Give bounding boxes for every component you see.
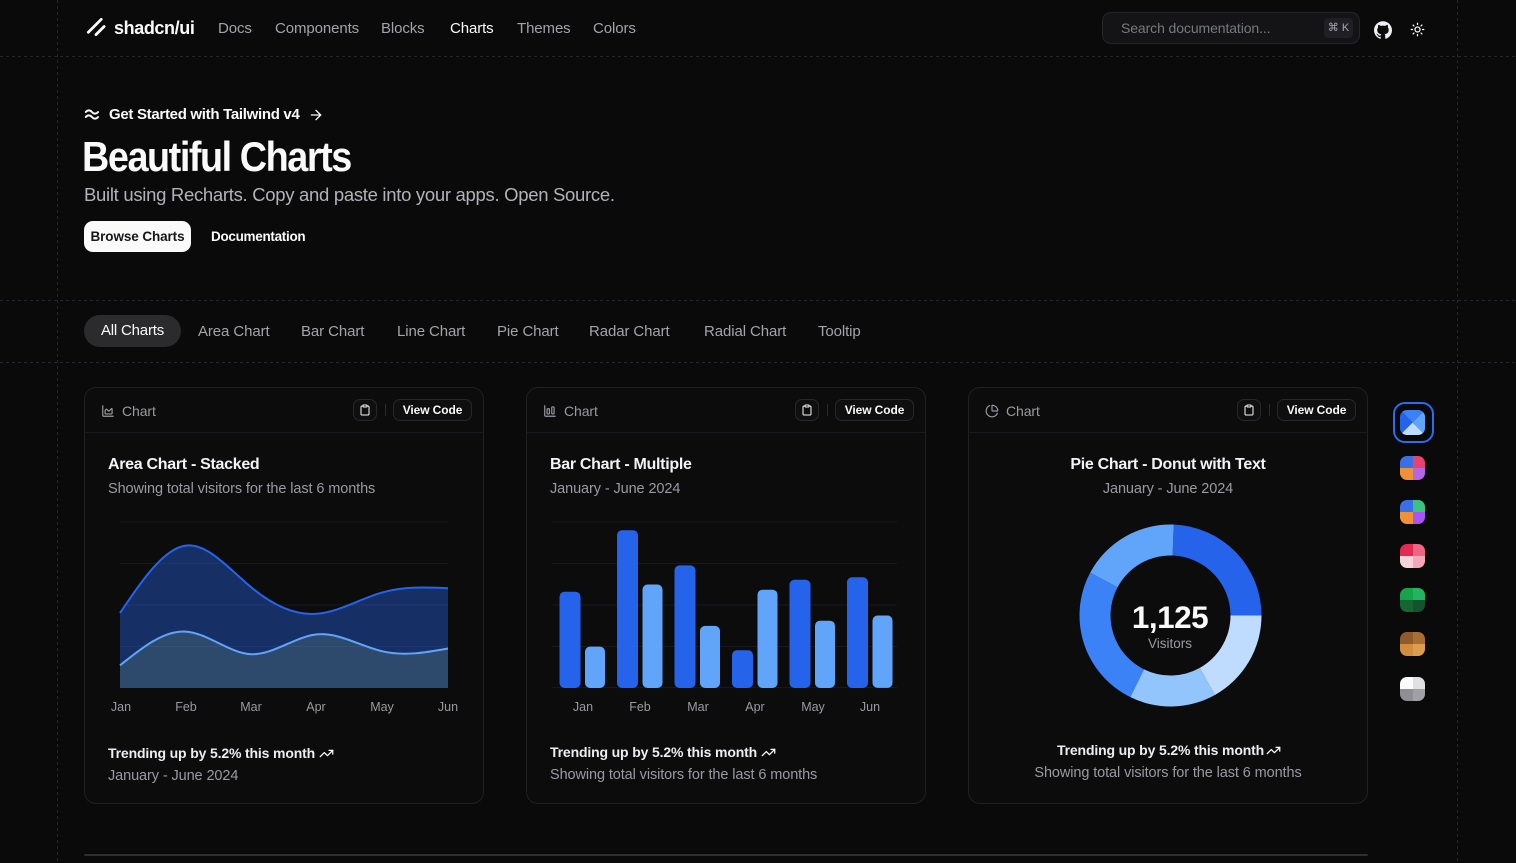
svg-text:Apr: Apr [745, 700, 764, 714]
svg-text:Jun: Jun [860, 700, 880, 714]
svg-text:May: May [801, 700, 825, 714]
svg-text:Jun: Jun [438, 700, 458, 714]
svg-text:Apr: Apr [306, 700, 325, 714]
svg-text:Feb: Feb [175, 700, 197, 714]
svg-text:Mar: Mar [240, 700, 262, 714]
svg-text:Jan: Jan [111, 700, 131, 714]
svg-text:Jan: Jan [573, 700, 593, 714]
svg-text:May: May [370, 700, 394, 714]
svg-text:Mar: Mar [687, 700, 709, 714]
svg-text:Feb: Feb [629, 700, 651, 714]
